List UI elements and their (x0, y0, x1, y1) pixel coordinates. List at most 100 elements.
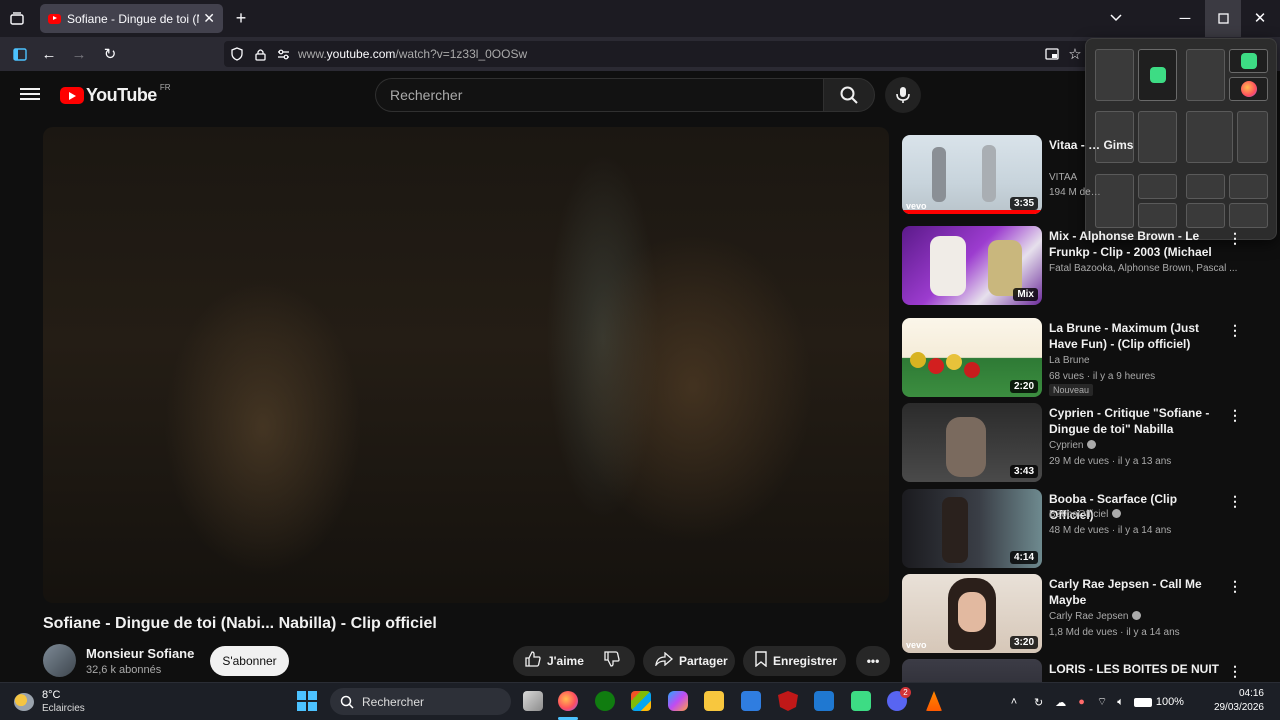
start-button-windows-icon[interactable] (297, 691, 317, 711)
show-hidden-icons-chevron-icon[interactable]: ˄ (1006, 696, 1022, 708)
maximize-window-icon[interactable] (1205, 0, 1241, 37)
permissions-icon[interactable] (275, 46, 291, 62)
discord-notification-badge: 2 (900, 687, 911, 698)
sidebar-toggle-icon[interactable] (11, 45, 29, 63)
recommendation-channel: B20baOfficiel (1049, 509, 1122, 520)
url-path: /watch?v=1z33l_0OOSw (395, 47, 528, 61)
mail-icon[interactable] (814, 691, 834, 711)
verified-icon (1112, 509, 1122, 518)
url-bar[interactable]: www. youtube.com/watch?v=1z33l_0OOSw (224, 41, 1090, 67)
picture-in-picture-icon[interactable] (1043, 45, 1061, 63)
cloud-icon[interactable]: ☁ (1055, 696, 1066, 709)
share-button[interactable]: Partager (643, 646, 735, 676)
share-label: Partager (679, 654, 728, 668)
channel-avatar[interactable] (43, 644, 76, 677)
sync-icon[interactable]: ↻ (1034, 696, 1043, 709)
voice-search-button[interactable] (885, 77, 921, 113)
more-options-icon[interactable]: ⋮ (1228, 578, 1242, 595)
close-tab-icon[interactable]: ✕ (203, 10, 215, 27)
recommendation-meta: 194 M de… (1049, 187, 1101, 198)
recommendation-title[interactable]: Carly Rae Jepsen - Call Me Maybe (1049, 576, 1219, 608)
list-all-tabs-icon[interactable] (1106, 9, 1126, 27)
more-actions-button[interactable]: ••• (856, 646, 890, 676)
recommendation-item[interactable]: 4:14 Booba - Scarface (Clip Officiel) B2… (902, 489, 1247, 569)
firefox-icon[interactable] (558, 691, 578, 711)
recommendation-item[interactable]: 3:43 Cyprien - Critique "Sofiane - Dingu… (902, 403, 1247, 483)
recommendation-item[interactable]: LORIS - LES BOITES DE NUIT ⋮ (902, 659, 1247, 682)
more-options-icon[interactable]: ⋮ (1228, 407, 1242, 424)
more-options-icon[interactable]: ⋮ (1228, 493, 1242, 510)
battery-icon[interactable] (1133, 697, 1152, 707)
video-title: Sofiane - Dingue de toi (Nabi... Nabilla… (43, 615, 437, 632)
new-tab-icon[interactable]: + (232, 8, 250, 28)
more-options-icon[interactable]: ⋮ (1228, 322, 1242, 339)
recommendation-item[interactable]: 2:20 La Brune - Maximum (Just Have Fun) … (902, 318, 1247, 398)
thumbs-up-icon[interactable] (525, 651, 541, 671)
system-tray: ˄ ↻ ☁ ● ⌔ 🔈︎ 100% (1006, 683, 1184, 720)
volume-icon[interactable]: 🔈︎ (1117, 696, 1124, 709)
save-button[interactable]: Enregistrer (743, 646, 846, 676)
screen: Sofiane - Dingue de toi (Nabi... ✕ + ─ ✕… (0, 0, 1280, 720)
more-options-icon[interactable]: ⋮ (1228, 230, 1242, 247)
video-thumbnail[interactable]: vevo 3:20 (902, 574, 1042, 653)
browser-tab-active[interactable]: Sofiane - Dingue de toi (Nabi... ✕ (40, 4, 223, 33)
video-thumbnail[interactable]: 4:14 (902, 489, 1042, 568)
taskbar-search[interactable]: Rechercher (330, 688, 511, 715)
recommendation-item[interactable]: Mix Mix - Alphonse Brown - Le Frunkp - C… (902, 226, 1247, 306)
more-options-icon[interactable]: ⋮ (1228, 663, 1242, 680)
close-window-icon[interactable]: ✕ (1250, 9, 1270, 27)
recommendation-meta: 29 M de vues · il y a 13 ans (1049, 456, 1172, 467)
video-thumbnail[interactable]: Mix (902, 226, 1042, 305)
new-badge: Nouveau (1049, 384, 1094, 396)
temperature: 8°C (42, 689, 61, 701)
tab-list-icon[interactable] (8, 9, 26, 27)
shield-icon[interactable] (229, 46, 245, 62)
vlc-icon[interactable] (926, 691, 942, 711)
video-thumbnail[interactable]: vevo 3:35 (902, 135, 1042, 214)
search-button[interactable] (823, 78, 875, 112)
wifi-icon[interactable]: ⌔ (1097, 695, 1107, 709)
video-thumbnail[interactable]: 2:20 (902, 318, 1042, 397)
recommendation-title[interactable]: Vitaa - … Gims (1049, 137, 1219, 153)
verified-icon (1087, 440, 1097, 449)
video-player[interactable] (43, 127, 889, 603)
like-button-label[interactable]: J'aime (547, 654, 584, 668)
hamburger-menu-icon[interactable] (20, 85, 40, 103)
video-thumbnail[interactable] (902, 659, 1042, 682)
duration-badge: 3:43 (1009, 465, 1038, 478)
lock-icon[interactable] (252, 46, 268, 62)
copilot-icon[interactable] (668, 691, 688, 711)
snap-zone-top-right[interactable] (1229, 49, 1268, 73)
thumbnail-ball (964, 362, 980, 378)
duration-badge: 3:35 (1009, 197, 1038, 210)
editor-app-icon[interactable] (741, 691, 761, 711)
channel-name[interactable]: Monsieur Sofiane (86, 646, 194, 661)
recommendation-title[interactable]: Cyprien - Critique "Sofiane - Dingue de … (1049, 405, 1219, 437)
android-subsystem-icon[interactable] (851, 691, 871, 711)
forward-arrow-icon[interactable]: → (70, 45, 88, 63)
back-arrow-icon[interactable]: ← (40, 45, 58, 63)
xbox-icon[interactable] (595, 691, 615, 711)
task-view-icon[interactable] (523, 691, 543, 711)
youtube-play-icon (60, 87, 84, 104)
microphone-in-use-icon[interactable]: ● (1078, 696, 1085, 708)
file-explorer-icon[interactable] (704, 691, 724, 711)
mcafee-shield-icon[interactable] (778, 691, 798, 711)
recommendation-title[interactable]: LORIS - LES BOITES DE NUIT (1049, 661, 1219, 677)
video-thumbnail[interactable]: 3:43 (902, 403, 1042, 482)
recommendation-title[interactable]: Mix - Alphonse Brown - Le Frunkp - Clip … (1049, 228, 1219, 260)
recommendation-item[interactable]: vevo 3:20 Carly Rae Jepsen - Call Me May… (902, 574, 1247, 654)
subscribe-button[interactable]: S'abonner (210, 646, 289, 676)
bookmark-star-icon[interactable]: ☆ (1066, 45, 1084, 63)
battery-percentage: 100% (1155, 696, 1184, 708)
reload-icon[interactable]: ↻ (101, 45, 119, 63)
microsoft-store-icon[interactable] (631, 691, 651, 711)
recommendation-item[interactable]: vevo 3:35 Vitaa - … Gims VITAA 194 M de… (902, 135, 1247, 215)
recommendation-title[interactable]: La Brune - Maximum (Just Have Fun) - (Cl… (1049, 320, 1219, 352)
recommendation-channel: Carly Rae Jepsen (1049, 611, 1142, 622)
minimize-window-icon[interactable]: ─ (1175, 9, 1195, 27)
search-input[interactable]: Rechercher (375, 78, 823, 112)
thumbs-down-icon[interactable] (604, 651, 620, 671)
youtube-logo[interactable]: YouTube FR (60, 83, 171, 106)
system-clock[interactable]: 04:16 29/03/2026 (1204, 687, 1264, 715)
